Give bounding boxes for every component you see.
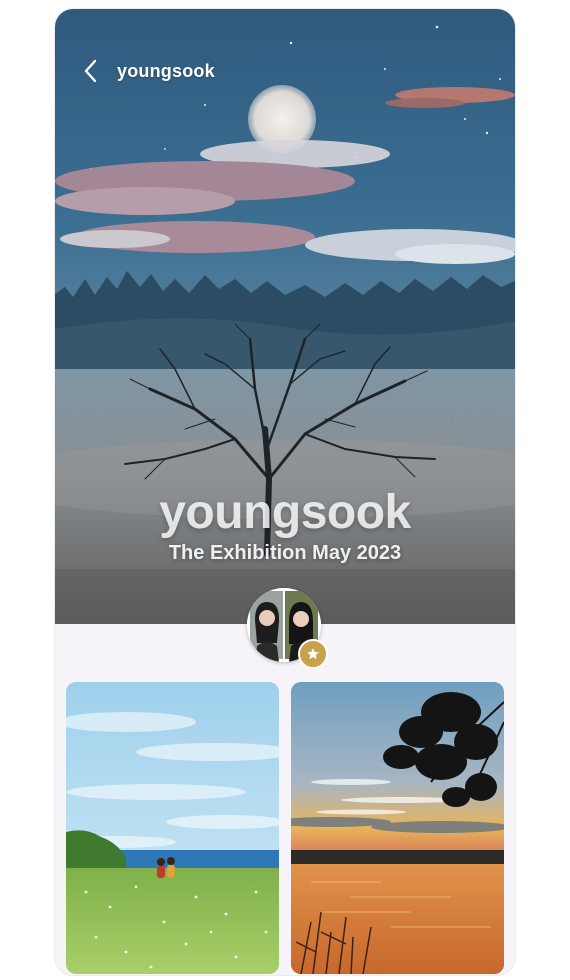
exhibition-subtitle: The Exhibition May 2023 bbox=[168, 542, 402, 564]
back-button[interactable] bbox=[77, 57, 105, 85]
exhibition-title: youngsook bbox=[159, 486, 411, 539]
top-bar: youngsook bbox=[55, 57, 515, 87]
chevron-left-icon bbox=[84, 59, 97, 83]
star-icon bbox=[307, 648, 319, 660]
meadow-painting bbox=[66, 682, 279, 974]
header-username[interactable]: youngsook bbox=[117, 61, 215, 82]
sunset-painting bbox=[291, 682, 504, 974]
exhibition-screen: youngsook youngsook The Exhibition May 2… bbox=[55, 9, 515, 975]
hero-artwork: youngsook youngsook The Exhibition May 2… bbox=[55, 9, 515, 624]
artwork-card-meadow[interactable] bbox=[66, 682, 279, 974]
star-badge[interactable] bbox=[298, 639, 328, 669]
artwork-card-sunset[interactable] bbox=[291, 682, 504, 974]
